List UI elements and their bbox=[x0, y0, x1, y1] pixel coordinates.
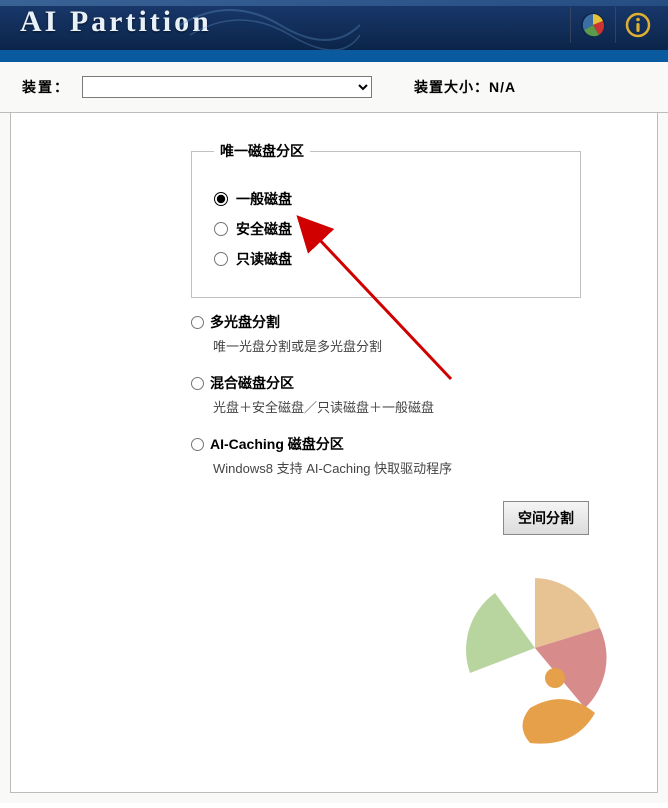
device-size-value: N/A bbox=[489, 79, 516, 95]
divider bbox=[570, 7, 571, 43]
radio-mixed-partition[interactable]: 混合磁盘分区 bbox=[191, 373, 581, 393]
outer-options: 多光盘分割 唯一光盘分割或是多光盘分割 混合磁盘分区 光盘＋安全磁盘／只读磁盘＋… bbox=[191, 312, 581, 477]
radio-label: AI-Caching 磁盘分区 bbox=[210, 434, 344, 454]
app-header: AI Partition bbox=[0, 0, 668, 50]
device-select[interactable] bbox=[82, 76, 372, 98]
option-desc: 光盘＋安全磁盘／只读磁盘＋一般磁盘 bbox=[213, 397, 581, 416]
radio-label: 只读磁盘 bbox=[236, 249, 292, 269]
option-multi-disc: 多光盘分割 唯一光盘分割或是多光盘分割 bbox=[191, 312, 581, 355]
radio-input-normal[interactable] bbox=[214, 192, 228, 206]
device-row: 装置： 装置大小：N/A bbox=[10, 62, 658, 112]
radio-input-aicache[interactable] bbox=[191, 438, 204, 451]
group-legend: 唯一磁盘分区 bbox=[214, 141, 310, 161]
content-area: 装置： 装置大小：N/A 唯一磁盘分区 一般磁盘 安全磁盘 只读磁盘 bbox=[0, 62, 668, 803]
divider bbox=[615, 7, 616, 43]
space-split-button[interactable]: 空间分割 bbox=[503, 501, 589, 535]
single-partition-group: 唯一磁盘分区 一般磁盘 安全磁盘 只读磁盘 bbox=[191, 141, 581, 298]
radio-input-secure[interactable] bbox=[214, 222, 228, 236]
brand-title: AI Partition bbox=[20, 5, 212, 39]
info-icon[interactable] bbox=[620, 7, 656, 43]
radio-input-mixed[interactable] bbox=[191, 377, 204, 390]
device-label: 装置： bbox=[22, 77, 70, 97]
device-size-label: 装置大小： bbox=[414, 79, 489, 95]
radio-label: 安全磁盘 bbox=[236, 219, 292, 239]
main-panel: 唯一磁盘分区 一般磁盘 安全磁盘 只读磁盘 多光盘分割 唯一光盘分割或是多光 bbox=[10, 113, 658, 793]
option-ai-caching: AI-Caching 磁盘分区 Windows8 支持 AI-Caching 快… bbox=[191, 434, 581, 477]
radio-label: 混合磁盘分区 bbox=[210, 373, 294, 393]
option-mixed-partition: 混合磁盘分区 光盘＋安全磁盘／只读磁盘＋一般磁盘 bbox=[191, 373, 581, 416]
option-desc: 唯一光盘分割或是多光盘分割 bbox=[213, 336, 581, 355]
radio-label: 一般磁盘 bbox=[236, 189, 292, 209]
pie-icon[interactable] bbox=[575, 7, 611, 43]
device-size: 装置大小：N/A bbox=[414, 77, 516, 97]
radio-multi-disc[interactable]: 多光盘分割 bbox=[191, 312, 581, 332]
radio-secure-disk[interactable]: 安全磁盘 bbox=[214, 219, 558, 239]
radio-label: 多光盘分割 bbox=[210, 312, 280, 332]
radio-readonly-disk[interactable]: 只读磁盘 bbox=[214, 249, 558, 269]
header-toolbar bbox=[570, 7, 656, 43]
radio-ai-caching[interactable]: AI-Caching 磁盘分区 bbox=[191, 434, 581, 454]
blue-separator bbox=[0, 50, 668, 62]
radio-normal-disk[interactable]: 一般磁盘 bbox=[214, 189, 558, 209]
background-logo bbox=[435, 558, 635, 758]
radio-input-readonly[interactable] bbox=[214, 252, 228, 266]
option-desc: Windows8 支持 AI-Caching 快取驱动程序 bbox=[213, 458, 581, 477]
radio-input-multi[interactable] bbox=[191, 316, 204, 329]
